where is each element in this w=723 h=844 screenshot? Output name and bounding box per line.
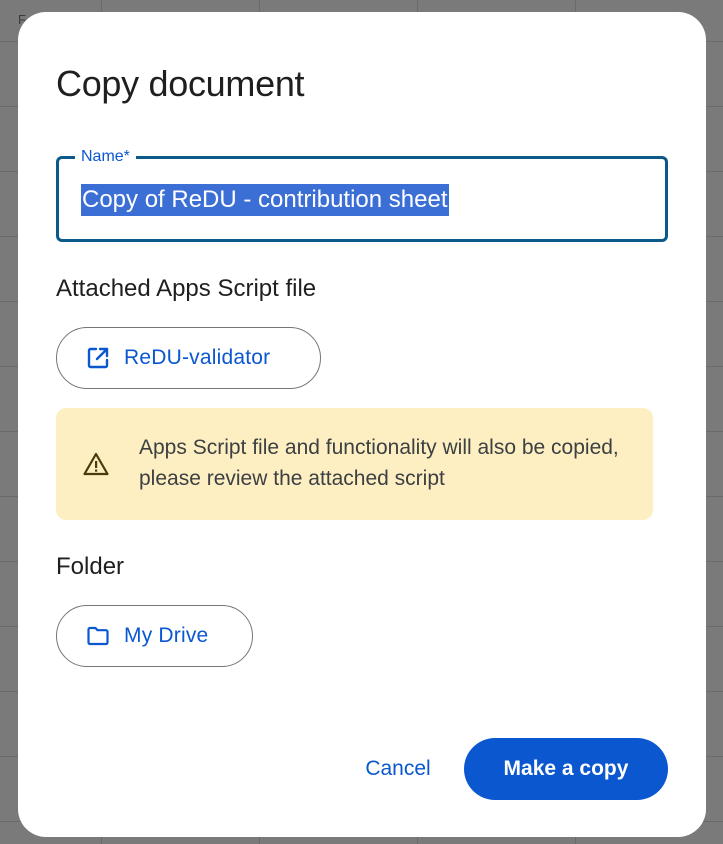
name-field-value[interactable]: Copy of ReDU - contribution sheet bbox=[81, 184, 449, 216]
dialog-title: Copy document bbox=[56, 63, 305, 104]
folder-button[interactable]: My Drive bbox=[56, 605, 253, 667]
cancel-button[interactable]: Cancel bbox=[346, 745, 450, 793]
apps-script-section-label: Attached Apps Script file bbox=[56, 275, 317, 302]
warning-icon bbox=[83, 452, 109, 476]
folder-button-label: My Drive bbox=[124, 624, 209, 647]
copy-document-dialog: Copy document Name* Copy of ReDU - contr… bbox=[18, 12, 706, 837]
name-field[interactable]: Name* Copy of ReDU - contribution sheet bbox=[56, 147, 668, 242]
folder-section-label: Folder bbox=[56, 553, 125, 580]
apps-script-file-button-label: ReDU-validator bbox=[124, 346, 271, 369]
warning-banner: Apps Script file and functionality will … bbox=[56, 408, 653, 520]
open-in-new-icon bbox=[86, 346, 110, 370]
make-a-copy-button[interactable]: Make a copy bbox=[464, 738, 668, 800]
warning-text: Apps Script file and functionality will … bbox=[139, 436, 619, 490]
apps-script-file-button[interactable]: ReDU-validator bbox=[56, 327, 321, 389]
name-field-label: Name* bbox=[75, 147, 136, 167]
folder-icon bbox=[86, 624, 110, 648]
